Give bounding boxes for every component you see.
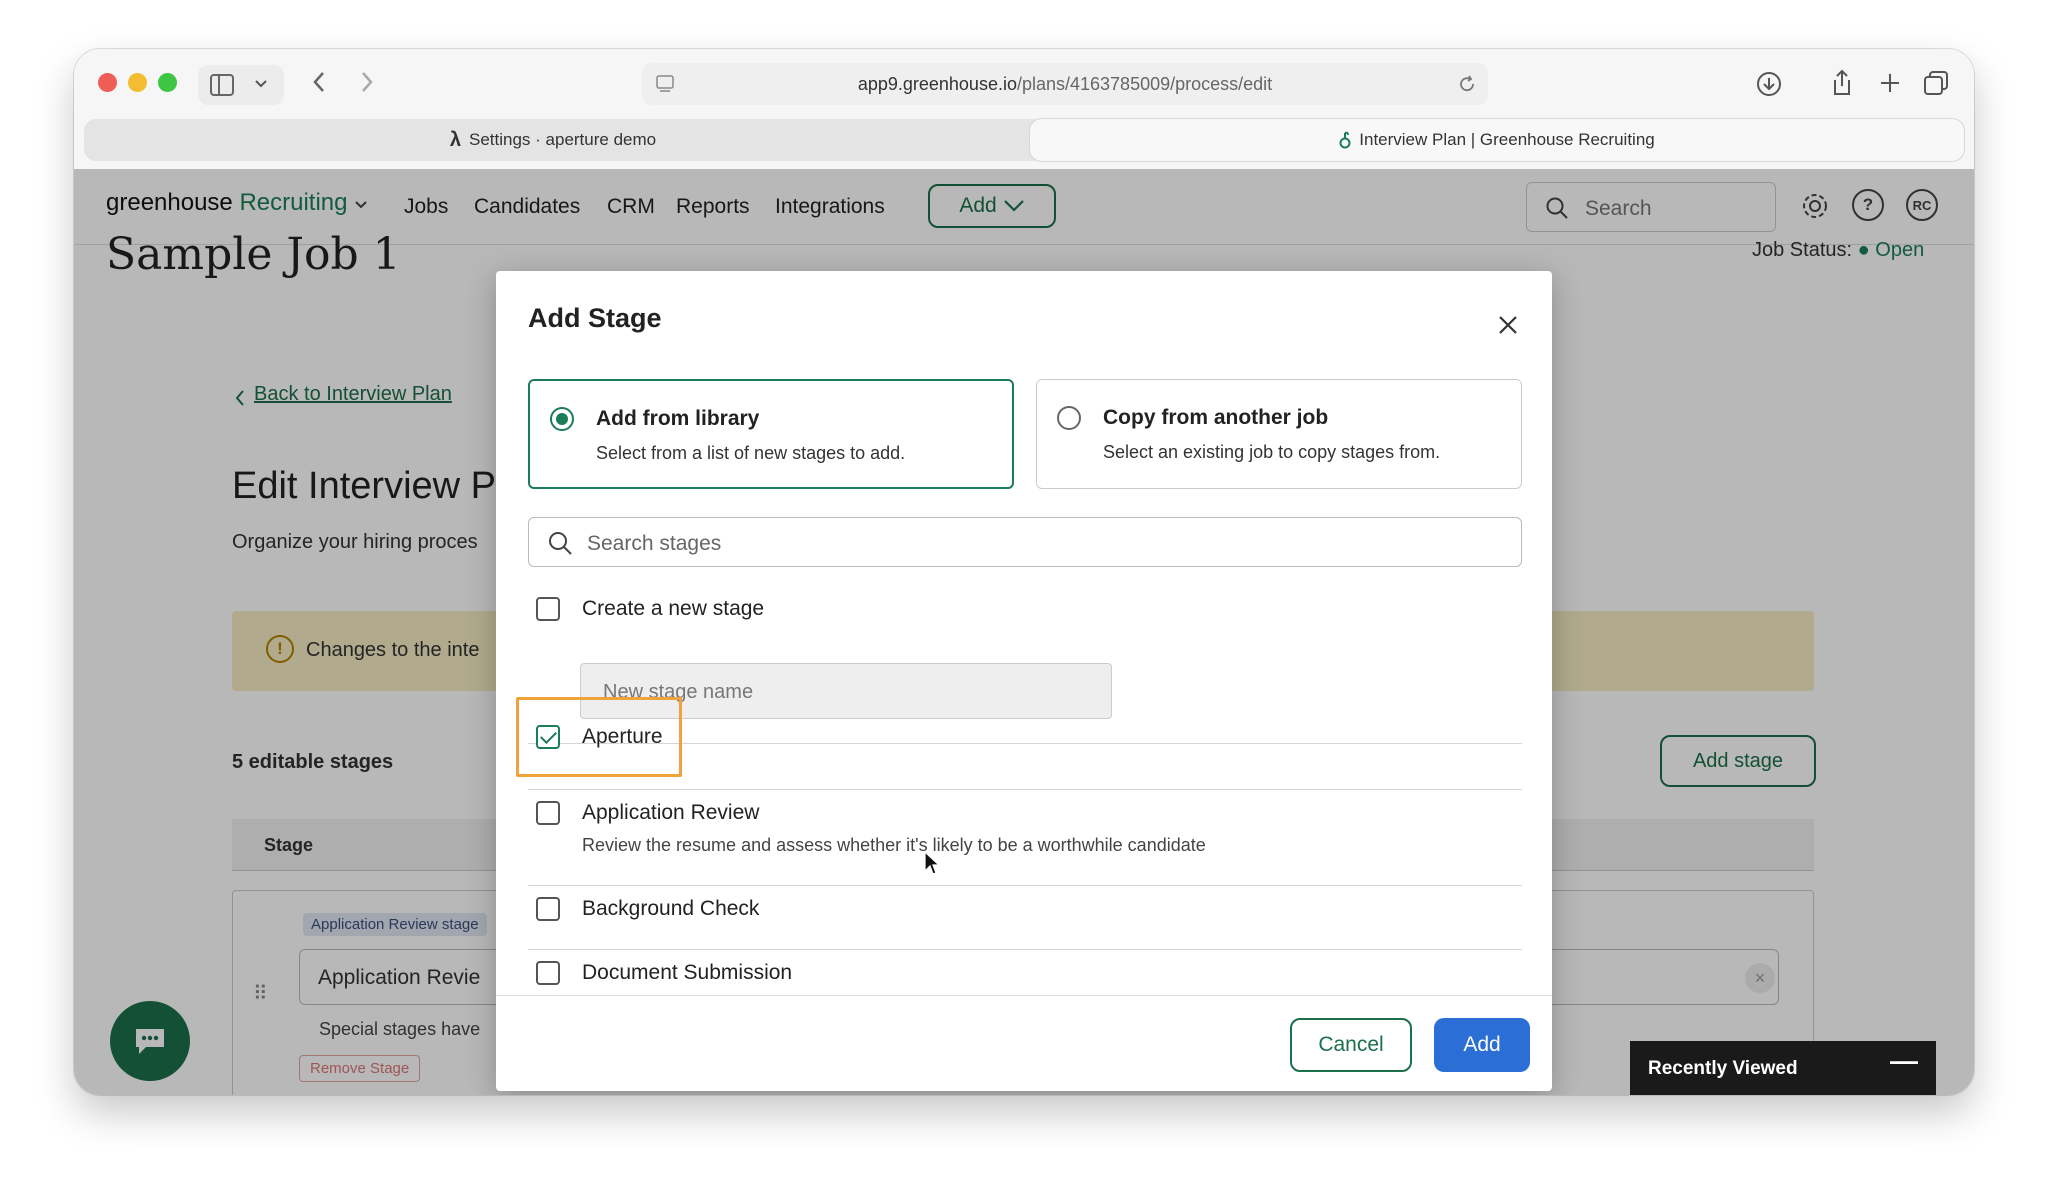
create-new-stage-label: Create a new stage xyxy=(582,597,765,620)
stage-option-label: Background Check xyxy=(582,897,760,920)
stage-checkbox-application-review[interactable] xyxy=(536,801,560,825)
option-title: Copy from another job xyxy=(1103,406,1329,429)
tab-settings[interactable]: λ Settings · aperture demo xyxy=(84,119,1022,161)
option-description: Select from a list of new stages to add. xyxy=(596,443,906,463)
option-title: Add from library xyxy=(596,407,760,430)
forward-arrow-icon[interactable] xyxy=(360,71,374,93)
download-icon[interactable] xyxy=(1756,71,1782,97)
sidebar-icon xyxy=(210,74,234,96)
add-stage-modal: Add Stage Add from library Select from a… xyxy=(496,271,1552,1091)
close-icon[interactable] xyxy=(1494,311,1522,339)
minimize-icon[interactable]: — xyxy=(1890,1045,1918,1077)
url-text: app9.greenhouse.io/plans/4163785009/proc… xyxy=(642,74,1488,95)
mouse-cursor-icon xyxy=(924,851,940,875)
chevron-down-icon xyxy=(255,80,267,88)
reload-icon[interactable] xyxy=(1458,75,1476,93)
add-button[interactable]: Add xyxy=(1434,1018,1530,1072)
recently-viewed-panel[interactable]: Recently Viewed — xyxy=(1630,1041,1936,1095)
add-from-library-option[interactable]: Add from library Select from a list of n… xyxy=(528,379,1014,489)
share-icon[interactable] xyxy=(1830,69,1854,97)
option-description: Select an existing job to copy stages fr… xyxy=(1103,442,1441,462)
browser-toolbar: app9.greenhouse.io/plans/4163785009/proc… xyxy=(74,49,1974,169)
stage-checkbox-aperture[interactable] xyxy=(536,725,560,749)
maximize-window-button[interactable] xyxy=(158,73,177,92)
search-stages-input[interactable]: Search stages xyxy=(528,517,1522,567)
divider xyxy=(528,789,1522,790)
minimize-window-button[interactable] xyxy=(128,73,147,92)
stage-checkbox-background-check[interactable] xyxy=(536,897,560,921)
radio-add-from-library[interactable] xyxy=(550,407,574,431)
browser-window: app9.greenhouse.io/plans/4163785009/proc… xyxy=(74,49,1974,1095)
url-path: /plans/4163785009/process/edit xyxy=(1016,74,1273,94)
modal-title: Add Stage xyxy=(528,303,662,333)
greenhouse-icon xyxy=(1339,131,1351,149)
stage-option-description: Review the resume and assess whether it'… xyxy=(582,835,1206,855)
app-content: greenhouse Recruiting Jobs Candidates CR… xyxy=(74,169,1974,1095)
lambda-icon: λ xyxy=(449,128,461,151)
tab-interview-plan[interactable]: Interview Plan | Greenhouse Recruiting xyxy=(1030,119,1964,161)
tab-overview-icon[interactable] xyxy=(1924,71,1948,95)
sidebar-toggle-group[interactable] xyxy=(198,65,284,105)
new-tab-icon[interactable] xyxy=(1880,73,1900,93)
back-arrow-icon[interactable] xyxy=(312,71,326,93)
divider xyxy=(528,885,1522,886)
create-new-stage-checkbox[interactable] xyxy=(536,597,560,621)
stage-option-label: Application Review xyxy=(582,801,760,824)
address-bar[interactable]: app9.greenhouse.io/plans/4163785009/proc… xyxy=(642,63,1488,105)
tab-label: Settings · aperture demo xyxy=(469,130,657,149)
tab-strip: λ Settings · aperture demo Interview Pla… xyxy=(84,119,1964,161)
copy-from-job-option[interactable]: Copy from another job Select an existing… xyxy=(1036,379,1522,489)
tab-label: Interview Plan | Greenhouse Recruiting xyxy=(1359,130,1655,149)
divider xyxy=(528,949,1522,950)
search-icon xyxy=(549,532,572,555)
modal-footer: Cancel Add xyxy=(496,995,1552,1091)
cancel-button[interactable]: Cancel xyxy=(1290,1018,1412,1072)
search-stages-placeholder: Search stages xyxy=(587,532,722,555)
stage-option-label: Aperture xyxy=(582,725,663,748)
close-window-button[interactable] xyxy=(98,73,117,92)
url-host: app9.greenhouse.io xyxy=(857,74,1017,94)
stage-checkbox-document-submission[interactable] xyxy=(536,961,560,985)
stage-option-label: Document Submission xyxy=(582,961,793,984)
radio-copy-from-job[interactable] xyxy=(1057,406,1081,430)
recently-viewed-label: Recently Viewed xyxy=(1648,1058,1798,1079)
